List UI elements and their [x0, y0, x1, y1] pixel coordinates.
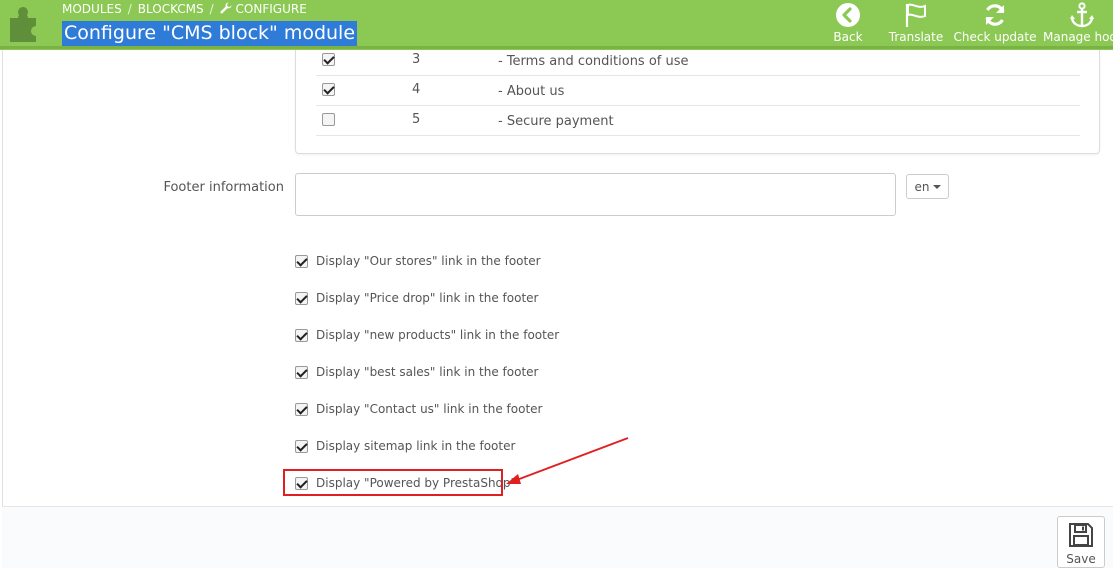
option-label: Display "new products" link in the foote…	[316, 328, 560, 342]
check-update-label: Check update	[953, 30, 1037, 44]
option-sitemap[interactable]: Display sitemap link in the footer	[295, 437, 515, 455]
cms-page-id: 5	[412, 112, 421, 127]
toolbar: Back Translate Check update Manage ho	[827, 0, 1113, 46]
floppy-disk-icon	[1069, 523, 1093, 547]
option-label: Display "Our stores" link in the footer	[316, 254, 541, 268]
translate-label: Translate	[888, 30, 944, 44]
flag-icon	[905, 3, 926, 27]
language-dropdown[interactable]: en	[906, 174, 949, 199]
footer-information-input[interactable]	[295, 173, 896, 216]
wrench-icon	[220, 2, 232, 14]
back-circle-icon	[836, 3, 860, 27]
breadcrumb-blockcms[interactable]: BLOCKCMS	[138, 2, 204, 16]
refresh-icon	[985, 4, 1005, 26]
cms-pages-panel: 3 - Terms and conditions of use 4 - Abou…	[295, 50, 1100, 154]
option-label: Display "Price drop" link in the footer	[316, 291, 539, 305]
option-best-sales[interactable]: Display "best sales" link in the footer	[295, 363, 538, 381]
translate-button[interactable]: Translate	[883, 0, 949, 46]
save-button[interactable]: Save	[1057, 516, 1105, 568]
option-new-products[interactable]: Display "new products" link in the foote…	[295, 326, 559, 344]
page-title: Configure "CMS block" module	[62, 21, 358, 46]
page-header: MODULES / BLOCKCMS / CONFIGURE Configure…	[0, 0, 1113, 50]
option-checkbox[interactable]	[295, 328, 308, 342]
option-checkbox[interactable]	[295, 365, 308, 379]
breadcrumb-separator: /	[209, 2, 214, 16]
option-checkbox[interactable]	[295, 254, 308, 268]
option-price-drop[interactable]: Display "Price drop" link in the footer	[295, 289, 538, 307]
language-value: en	[914, 179, 930, 194]
save-label: Save	[1066, 552, 1096, 566]
annotation-arrow	[506, 437, 629, 484]
table-row: 3 - Terms and conditions of use	[316, 46, 1080, 76]
option-checkbox[interactable]	[295, 439, 308, 453]
footer-information-label: Footer information	[163, 180, 284, 195]
table-row: 4 - About us	[316, 76, 1080, 106]
back-label: Back	[833, 30, 863, 44]
option-our-stores[interactable]: Display "Our stores" link in the footer	[295, 252, 541, 270]
breadcrumb-separator: /	[127, 2, 132, 16]
caret-down-icon	[932, 184, 941, 189]
cms-page-checkbox[interactable]	[322, 113, 335, 126]
breadcrumb: MODULES / BLOCKCMS / CONFIGURE	[62, 2, 307, 16]
table-row: 5 - Secure payment	[316, 106, 1080, 136]
option-checkbox[interactable]	[295, 402, 308, 416]
option-contact-us[interactable]: Display "Contact us" link in the footer	[295, 400, 543, 418]
puzzle-icon	[10, 7, 36, 42]
panel-footer	[2, 506, 1113, 568]
cms-page-id: 4	[412, 82, 421, 97]
cms-page-checkbox[interactable]	[322, 53, 335, 66]
breadcrumb-configure: CONFIGURE	[220, 2, 307, 16]
anchor-icon	[1070, 2, 1094, 28]
annotation-highlight-box	[283, 469, 503, 496]
cms-page-name: - Terms and conditions of use	[498, 54, 689, 69]
cms-page-name: - About us	[498, 84, 565, 99]
breadcrumb-configure-label: CONFIGURE	[235, 2, 307, 16]
manage-hooks-label: Manage hooks	[1043, 30, 1113, 44]
manage-hooks-button[interactable]: Manage hooks	[1041, 0, 1113, 46]
option-label: Display "best sales" link in the footer	[316, 365, 539, 379]
option-label: Display sitemap link in the footer	[316, 439, 516, 453]
back-button[interactable]: Back	[827, 0, 869, 46]
check-update-button[interactable]: Check update	[951, 0, 1039, 46]
cms-page-checkbox[interactable]	[322, 83, 335, 96]
breadcrumb-modules[interactable]: MODULES	[62, 2, 122, 16]
cms-page-name: - Secure payment	[498, 114, 614, 129]
cms-page-id: 3	[412, 52, 421, 67]
option-label: Display "Contact us" link in the footer	[316, 402, 543, 416]
option-checkbox[interactable]	[295, 291, 308, 305]
